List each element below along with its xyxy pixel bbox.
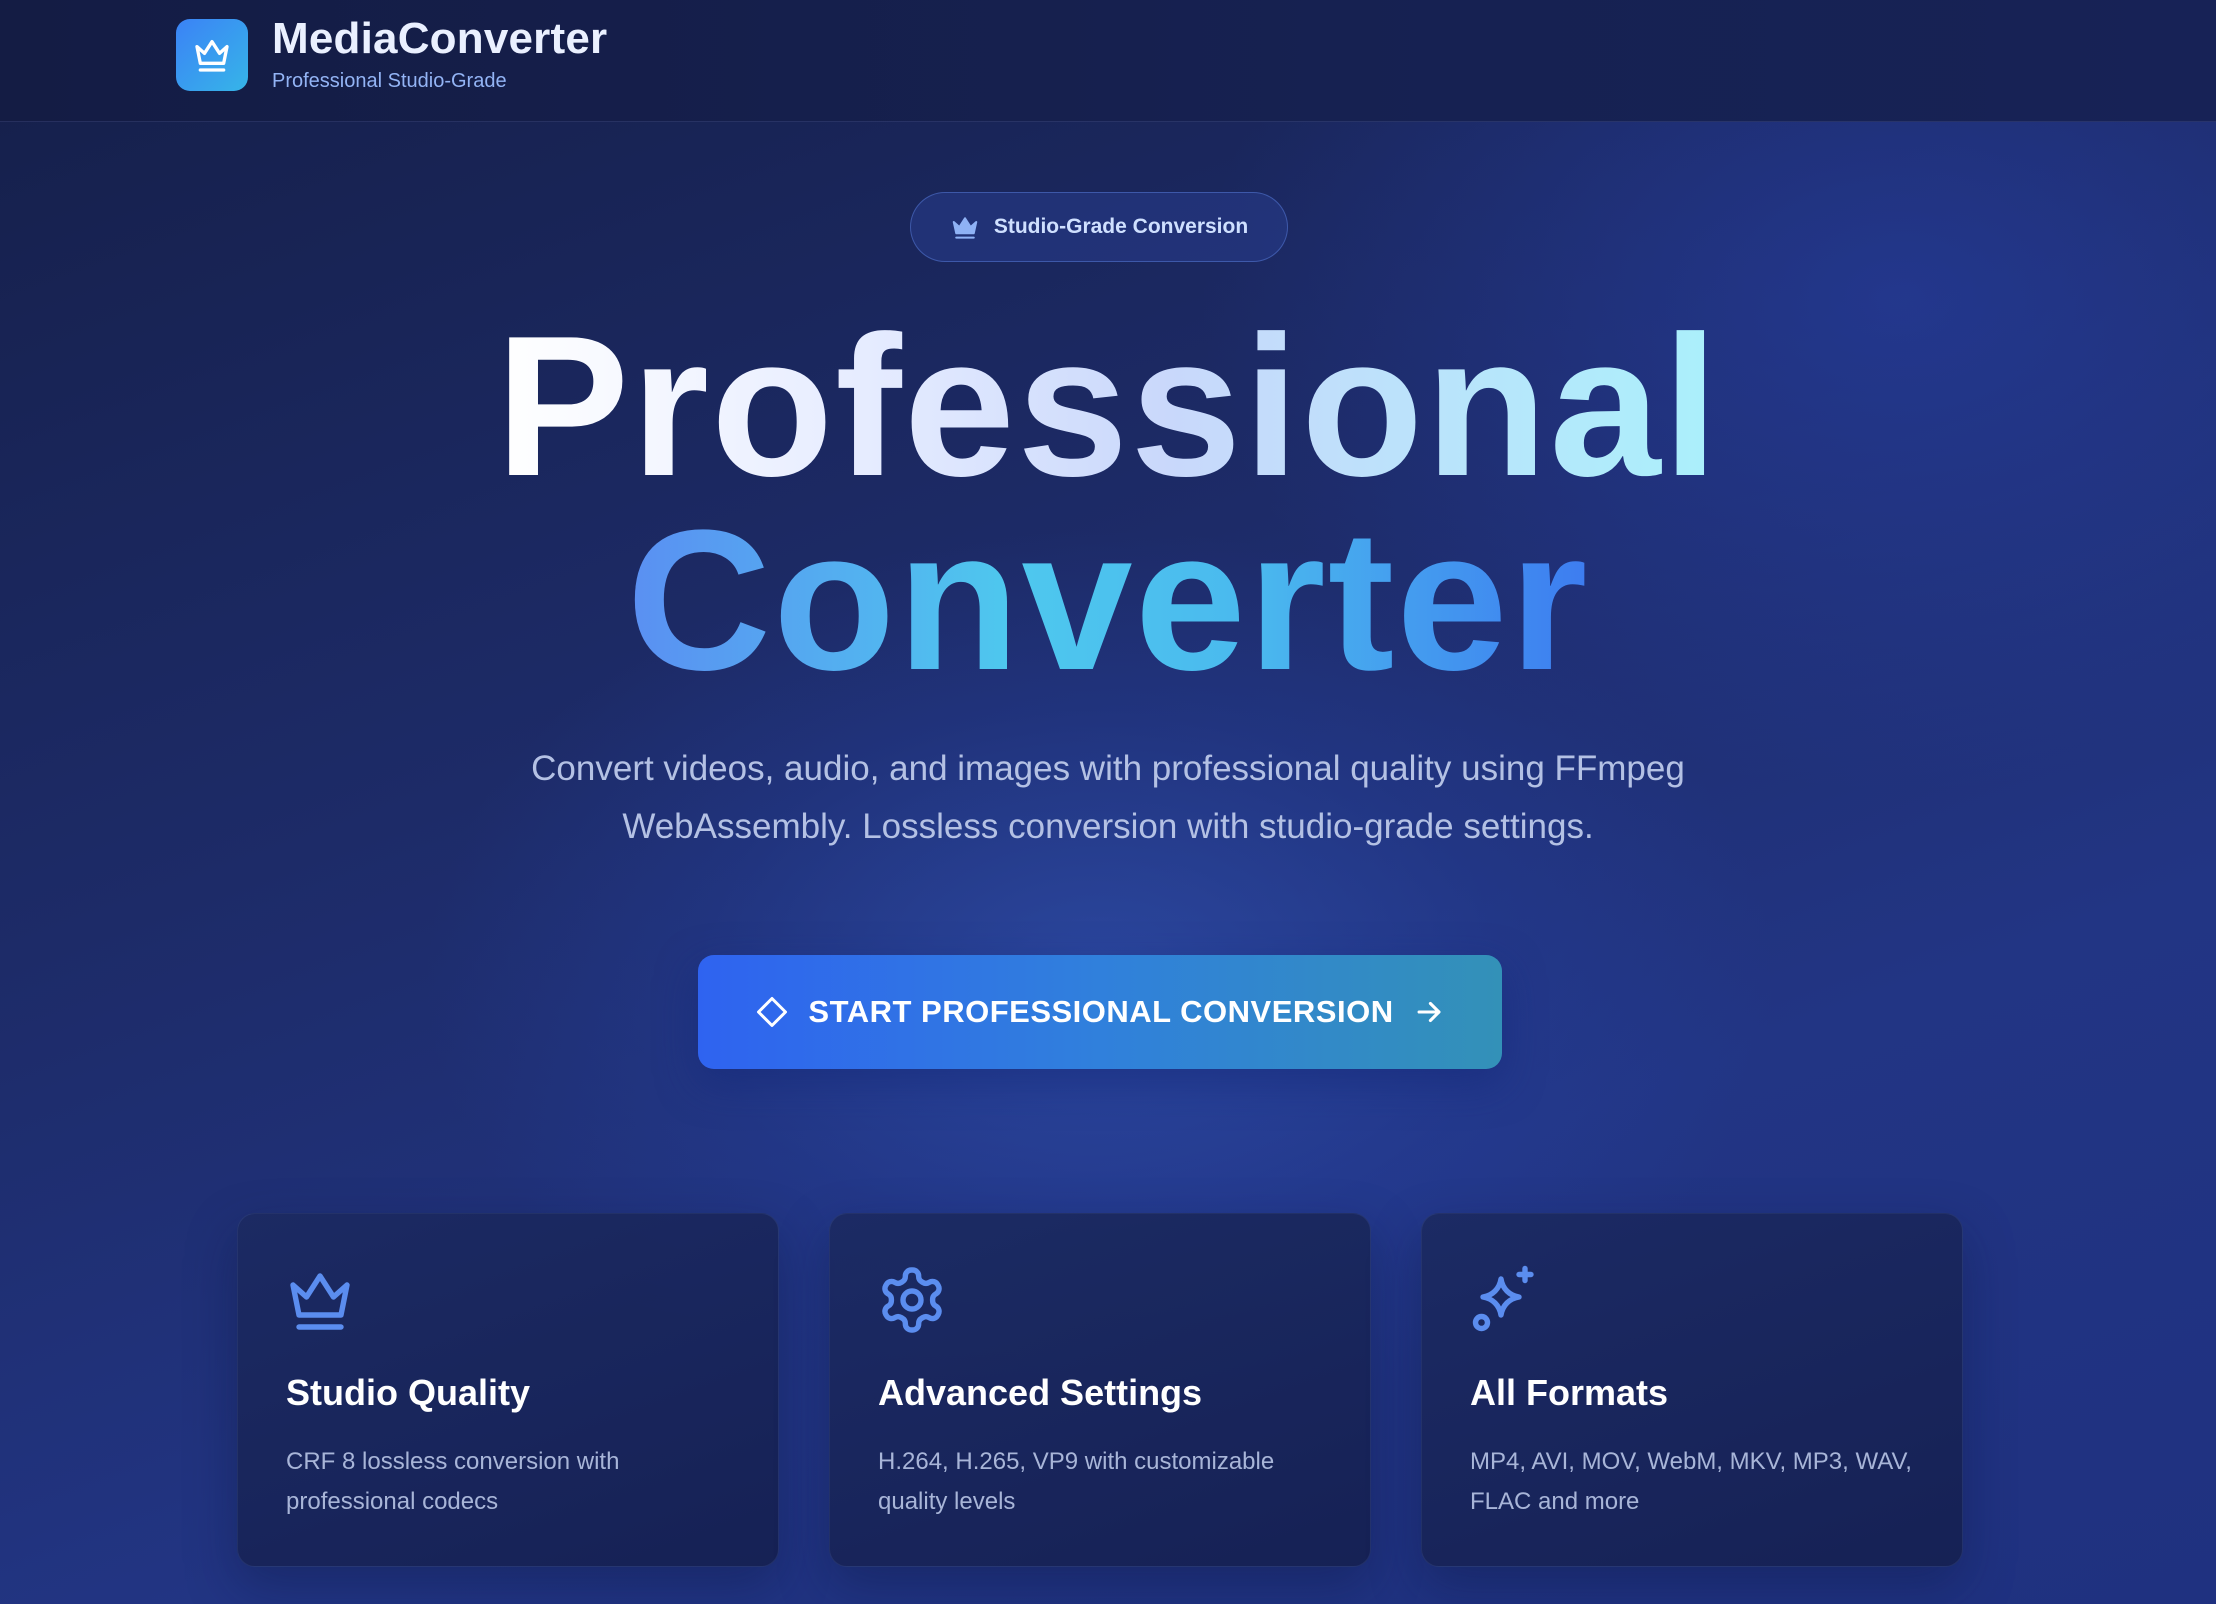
crown-icon (952, 217, 978, 239)
crown-icon (290, 1273, 350, 1330)
brand-name[interactable]: MediaConverter (272, 14, 607, 64)
feature-title: All Formats (1470, 1372, 1669, 1413)
start-conversion-label: START PROFESSIONAL CONVERSION (808, 994, 1394, 1029)
feature-title: Advanced Settings (878, 1372, 1203, 1413)
studio-grade-badge: Studio-Grade Conversion (910, 192, 1288, 262)
gear-icon (882, 1267, 942, 1333)
crown-icon (195, 40, 229, 72)
feature-description: H.264, H.265, VP9 with customizable qual… (878, 1448, 1275, 1515)
feature-title: Studio Quality (286, 1372, 531, 1413)
brand-subtitle: Professional Studio-Grade (272, 70, 507, 92)
arrow-right-icon (1417, 1001, 1441, 1023)
hero-title-line1: Professional (495, 295, 1721, 518)
start-conversion-button[interactable]: START PROFESSIONAL CONVERSION (698, 955, 1502, 1069)
top-header: MediaConverter Professional Studio-Grade (0, 0, 2216, 122)
hero-description-line1: Convert videos, audio, and images with p… (531, 749, 1685, 788)
feature-description: CRF 8 lossless conversion with professio… (286, 1448, 620, 1515)
feature-description: MP4, AVI, MOV, WebM, MKV, MP3, WAV, FLAC… (1470, 1448, 1912, 1515)
feature-card-all-formats: All Formats MP4, AVI, MOV, WebM, MKV, MP… (1421, 1213, 1963, 1567)
hero-title-line2: Converter (626, 489, 1590, 712)
sparkles-icon (1472, 1265, 1534, 1332)
app-logo[interactable] (176, 19, 248, 91)
hero-description: Convert videos, audio, and images with p… (458, 740, 1758, 856)
feature-card-advanced-settings: Advanced Settings H.264, H.265, VP9 with… (829, 1213, 1371, 1567)
hero-description-line2: WebAssembly. Lossless conversion with st… (622, 807, 1594, 846)
badge-label: Studio-Grade Conversion (993, 215, 1249, 238)
diamond-icon (757, 997, 788, 1027)
feature-card-studio-quality: Studio Quality CRF 8 lossless conversion… (237, 1213, 779, 1567)
